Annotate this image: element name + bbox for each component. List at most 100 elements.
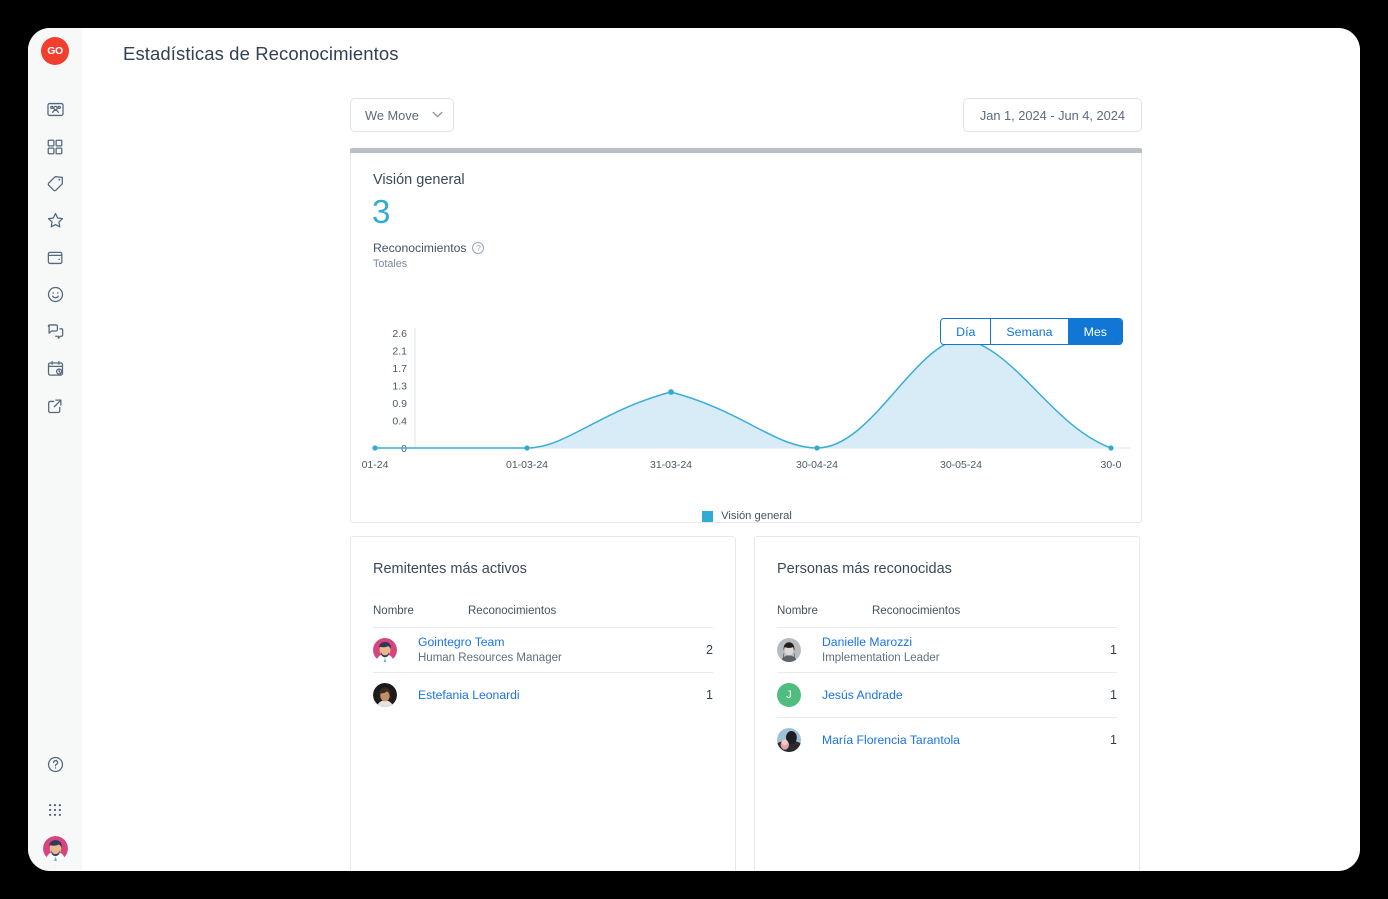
person-name[interactable]: Estefania Leonardi: [418, 687, 696, 703]
row-person: Gointegro Team Human Resources Manager: [418, 634, 696, 667]
row-count: 2: [706, 643, 713, 657]
date-range-picker[interactable]: Jan 1, 2024 - Jun 4, 2024: [962, 98, 1142, 132]
sidebar-item-wallet[interactable]: [35, 239, 75, 276]
chat-bubbles-icon: [46, 322, 65, 341]
recipients-card: Personas más reconocidas Nombre Reconoci…: [754, 536, 1140, 871]
sidebar-bottom: [28, 746, 82, 861]
chart-point-5: [1108, 445, 1114, 451]
person-role: Human Resources Manager: [418, 652, 562, 665]
company-select-value: We Move: [365, 107, 419, 123]
table-row[interactable]: Danielle Marozzi Implementation Leader 1: [777, 627, 1117, 672]
table-row[interactable]: J Jesús Andrade 1: [777, 672, 1117, 717]
svg-text:0.4: 0.4: [392, 416, 407, 428]
avatar-photo-icon: [373, 638, 397, 662]
date-range-value: Jan 1, 2024 - Jun 4, 2024: [979, 107, 1125, 123]
senders-title: Remitentes más activos: [373, 561, 527, 577]
avatar: [373, 638, 397, 662]
company-select[interactable]: We Move: [350, 98, 454, 132]
toggle-dia[interactable]: Día: [941, 319, 992, 344]
chevron-down-icon: [432, 110, 443, 121]
senders-col-count: Reconocimientos: [468, 605, 557, 617]
row-count: 1: [706, 688, 713, 702]
svg-text:0.9: 0.9: [392, 398, 407, 410]
sidebar-user-avatar[interactable]: [42, 836, 68, 861]
sidebar-help[interactable]: [35, 746, 75, 783]
sidebar-apps[interactable]: [35, 791, 75, 828]
svg-text:31-03-24: 31-03-24: [650, 459, 692, 471]
table-row[interactable]: María Florencia Tarantola 1: [777, 717, 1117, 762]
app-logo[interactable]: GO: [41, 37, 69, 65]
senders-col-name: Nombre: [373, 605, 414, 617]
person-name[interactable]: Gointegro Team: [418, 634, 696, 650]
senders-table-body: Gointegro Team Human Resources Manager 2: [373, 627, 713, 717]
table-row[interactable]: Estefania Leonardi 1: [373, 672, 713, 717]
recipients-table-header: Nombre Reconocimientos: [777, 605, 1117, 617]
toggle-semana[interactable]: Semana: [991, 319, 1069, 344]
row-count: 1: [1110, 733, 1117, 747]
sidebar-item-mood[interactable]: [35, 276, 75, 313]
table-row[interactable]: Gointegro Team Human Resources Manager 2: [373, 627, 713, 672]
calendar-clock-icon: [46, 359, 65, 378]
main-content: Estadísticas de Reconocimientos We Move …: [82, 28, 1360, 871]
svg-text:2.6: 2.6: [392, 328, 407, 340]
avatar-photo-icon: [777, 638, 801, 662]
overview-big-number: 3: [372, 193, 391, 230]
sidebar-item-calendar[interactable]: [35, 350, 75, 387]
sidebar-item-dashboard[interactable]: [35, 128, 75, 165]
person-name[interactable]: María Florencia Tarantola: [822, 732, 1100, 748]
star-icon: [46, 211, 65, 230]
row-person: Estefania Leonardi: [418, 687, 696, 703]
recipients-col-count: Reconocimientos: [872, 605, 961, 617]
avatar-initial: J: [786, 689, 792, 701]
recipients-title: Personas más reconocidas: [777, 561, 952, 577]
help-tooltip-icon[interactable]: ?: [472, 242, 485, 254]
external-link-icon: [46, 397, 64, 415]
toggle-mes[interactable]: Mes: [1068, 319, 1122, 344]
overview-metric-label: Reconocimientos ?: [373, 241, 485, 255]
app-window: GO Estadísticas de Reconocimientos We Mo…: [28, 28, 1360, 871]
svg-text:30-05-24: 30-05-24: [940, 459, 982, 471]
chart-point-0: [372, 445, 378, 451]
legend-label: Visión general: [721, 510, 792, 522]
sidebar-item-recognitions[interactable]: [35, 202, 75, 239]
overview-metric-sub: Totales: [373, 258, 408, 270]
row-person: Jesús Andrade: [822, 687, 1100, 703]
grid-icon: [46, 138, 64, 156]
svg-text:30-0: 30-0: [1100, 459, 1121, 471]
senders-table-header: Nombre Reconocimientos: [373, 605, 713, 617]
tag-icon: [46, 174, 65, 193]
chart-svg: 2.6 2.1 1.7 1.3 0.9 0.4 0 01-24 01-03-24…: [362, 328, 1131, 471]
sidebar: GO: [28, 28, 82, 871]
avatar-icon: [42, 836, 68, 861]
metric-label-text: Reconocimientos: [373, 241, 467, 255]
sidebar-item-people[interactable]: [35, 91, 75, 128]
sidebar-nav: [35, 91, 75, 424]
sidebar-item-messages[interactable]: [35, 313, 75, 350]
row-person: María Florencia Tarantola: [822, 732, 1100, 748]
avatar: [777, 728, 801, 752]
avatar: J: [777, 683, 801, 707]
avatar-photo-icon: [777, 728, 801, 752]
overview-chart[interactable]: 2.6 2.1 1.7 1.3 0.9 0.4 0 01-24 01-03-24…: [351, 328, 1143, 488]
sidebar-item-external[interactable]: [35, 387, 75, 424]
row-count: 1: [1110, 688, 1117, 702]
chart-point-1: [524, 445, 530, 451]
wallet-icon: [46, 248, 65, 267]
apps-grid-icon: [46, 801, 64, 819]
legend-swatch: [702, 510, 714, 522]
sidebar-item-tags[interactable]: [35, 165, 75, 202]
page-title: Estadísticas de Reconocimientos: [123, 43, 399, 64]
person-name[interactable]: Danielle Marozzi: [822, 634, 1100, 650]
chart-y-axis: 2.6 2.1 1.7 1.3 0.9 0.4 0: [392, 328, 416, 455]
svg-text:1.3: 1.3: [392, 381, 407, 393]
person-name[interactable]: Jesús Andrade: [822, 687, 1100, 703]
help-circle-icon: [46, 755, 65, 774]
senders-card: Remitentes más activos Nombre Reconocimi…: [350, 536, 736, 871]
chart-point-2: [668, 389, 674, 395]
overview-card: Visión general 3 Reconocimientos ? Total…: [350, 148, 1142, 523]
chart-area-fill: [375, 338, 1111, 448]
avatar: [373, 683, 397, 707]
controls-row: We Move Jan 1, 2024 - Jun 4, 2024: [350, 98, 1142, 132]
people-card-icon: [46, 100, 65, 119]
granularity-toggle: Día Semana Mes: [940, 318, 1123, 345]
